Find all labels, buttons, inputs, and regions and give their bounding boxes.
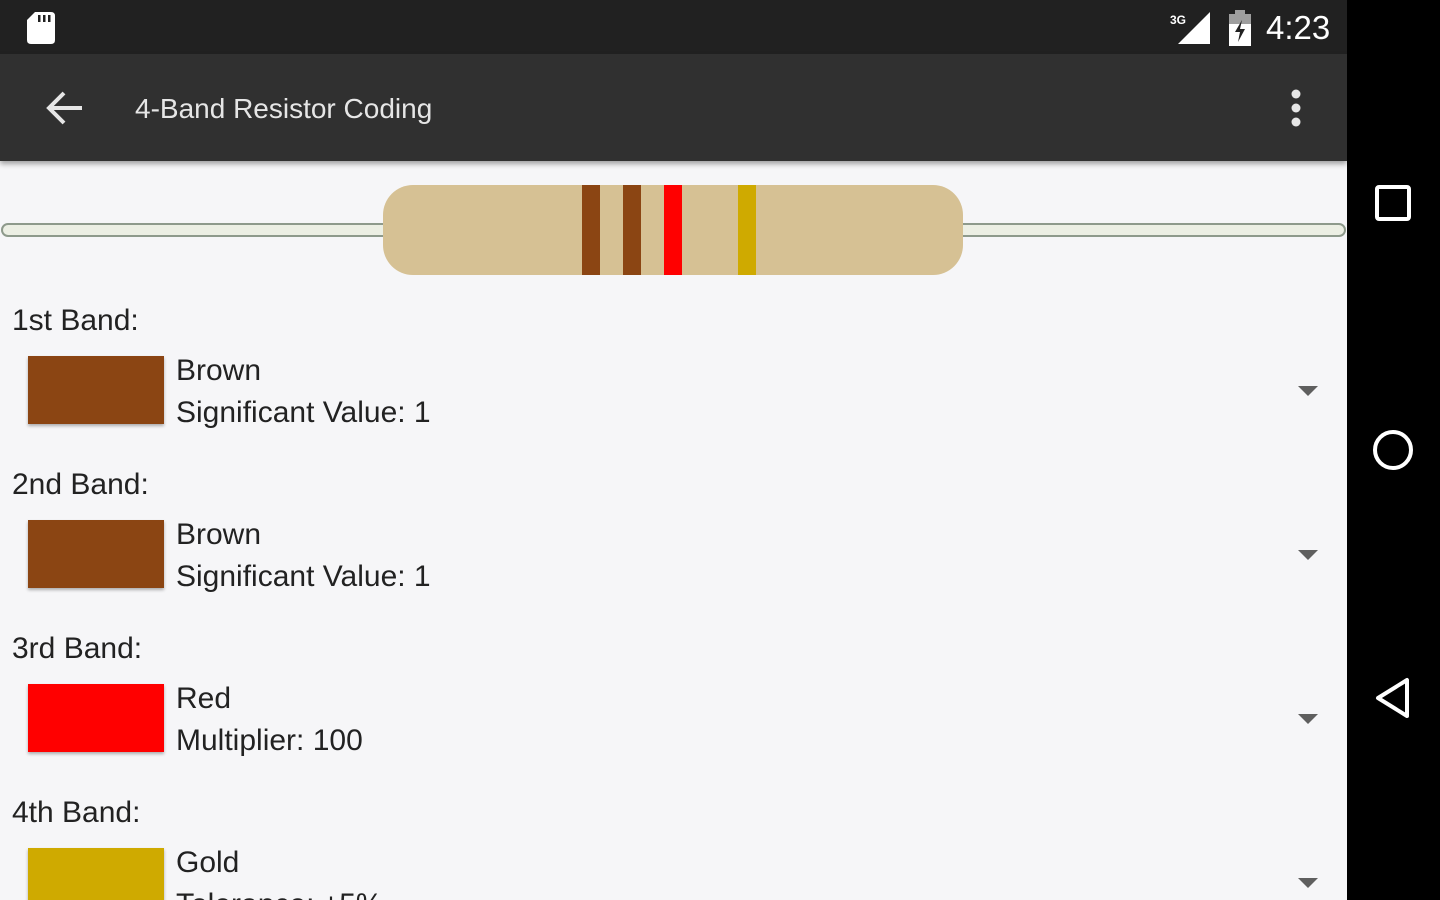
battery-charging-icon (1229, 10, 1251, 46)
band-4-color-name: Gold (176, 846, 240, 879)
page-title: 4-Band Resistor Coding (135, 93, 433, 124)
home-icon (1373, 430, 1413, 470)
arrow-back-icon (46, 91, 82, 125)
band-2-color-name: Brown (176, 518, 262, 551)
band-1-color-name: Brown (176, 354, 262, 387)
band-1-value: Significant Value: 1 (176, 396, 431, 429)
band-3-color-swatch (28, 684, 164, 752)
band-1-label: 1st Band: (12, 304, 139, 337)
resistor-band-2 (623, 185, 641, 275)
resistor-band-1 (582, 185, 600, 275)
band-4-color-swatch (28, 848, 164, 900)
recents-button[interactable] (1363, 173, 1423, 233)
band-2-label: 2nd Band: (12, 468, 149, 501)
recents-icon (1375, 185, 1411, 221)
dropdown-arrow-icon[interactable] (1292, 542, 1324, 566)
sd-card-icon (27, 12, 55, 44)
band-4-label: 4th Band: (12, 796, 141, 829)
resistor-lead-right (954, 223, 1346, 237)
band-2-value: Significant Value: 1 (176, 560, 431, 593)
dropdown-arrow-icon[interactable] (1292, 378, 1324, 402)
back-button[interactable] (36, 82, 92, 134)
system-nav-bar (1347, 0, 1440, 900)
band-3-label: 3rd Band: (12, 632, 143, 665)
app-screen: 3G 4:23 4-Band Resistor Coding 1st Band:… (0, 0, 1347, 900)
back-nav-button[interactable] (1363, 668, 1423, 728)
signal-icon: 3G (1170, 12, 1210, 44)
band-3-color-name: Red (176, 682, 232, 715)
band-1-selector[interactable]: Brown Significant Value: 1 (0, 354, 1347, 446)
resistor-band-3 (664, 185, 682, 275)
band-4-value: Tolerance: ±5% (176, 888, 383, 900)
overflow-menu-button[interactable] (1272, 82, 1320, 134)
resistor-diagram (1, 185, 1346, 275)
band-1-color-swatch (28, 356, 164, 424)
home-button[interactable] (1363, 420, 1423, 480)
network-type-label: 3G (1170, 13, 1186, 27)
resistor-band-4 (738, 185, 756, 275)
band-3-value: Multiplier: 100 (176, 724, 363, 757)
app-toolbar: 4-Band Resistor Coding (0, 54, 1347, 161)
band-2-color-swatch (28, 520, 164, 588)
resistor-lead-left (1, 223, 393, 237)
more-vert-icon (1291, 89, 1301, 127)
back-icon (1376, 678, 1409, 718)
status-bar: 3G 4:23 (0, 0, 1347, 54)
band-4-selector[interactable]: Gold Tolerance: ±5% (0, 846, 1347, 900)
clock: 4:23 (1266, 9, 1331, 46)
band-2-selector[interactable]: Brown Significant Value: 1 (0, 518, 1347, 610)
band-3-selector[interactable]: Red Multiplier: 100 (0, 682, 1347, 774)
dropdown-arrow-icon[interactable] (1292, 706, 1324, 730)
dropdown-arrow-icon[interactable] (1292, 870, 1324, 894)
